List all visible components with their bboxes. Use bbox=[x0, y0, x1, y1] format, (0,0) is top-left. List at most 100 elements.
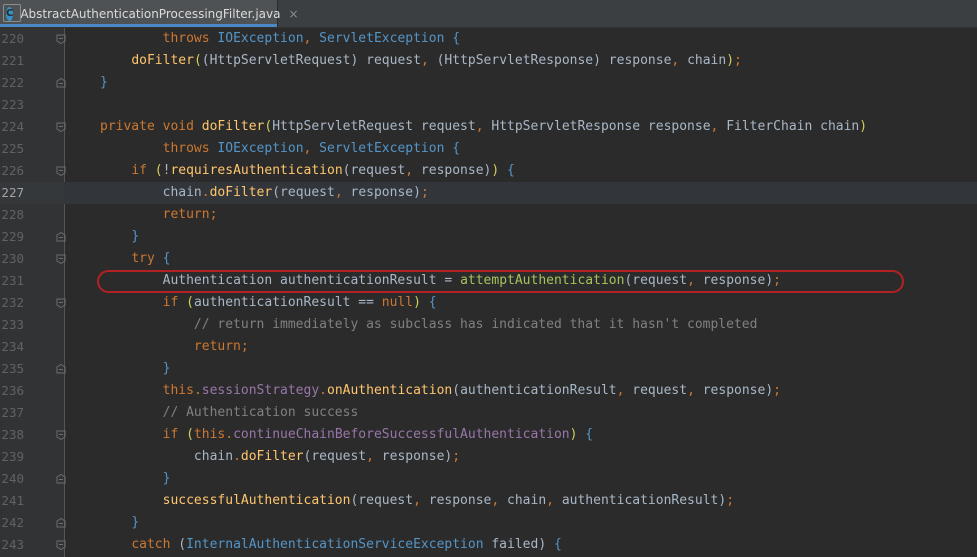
code-text[interactable]: if (authenticationResult == null) { bbox=[100, 292, 437, 314]
code-text[interactable]: try { bbox=[100, 248, 170, 270]
line-number[interactable]: 225 bbox=[0, 138, 24, 160]
code-line[interactable]: 243 catch (InternalAuthenticationService… bbox=[0, 534, 977, 556]
code-token: chain bbox=[507, 493, 547, 508]
code-line[interactable]: 235 } bbox=[0, 358, 977, 380]
code-text[interactable]: throws IOException, ServletException { bbox=[100, 138, 460, 160]
line-number[interactable]: 243 bbox=[0, 534, 24, 556]
line-number[interactable]: 224 bbox=[0, 116, 24, 138]
code-line[interactable]: 242 } bbox=[0, 512, 977, 534]
code-line[interactable]: 237 // Authentication success bbox=[0, 402, 977, 424]
code-line[interactable]: 239 chain.doFilter(request, response); bbox=[0, 446, 977, 468]
code-text[interactable]: } bbox=[100, 72, 108, 94]
code-line[interactable]: 240 } bbox=[0, 468, 977, 490]
line-number[interactable]: 242 bbox=[0, 512, 24, 534]
fold-marker-icon[interactable] bbox=[56, 430, 66, 440]
fold-marker-icon[interactable] bbox=[56, 518, 66, 528]
code-text[interactable]: } bbox=[100, 468, 171, 490]
code-line[interactable]: 226 if (!requiresAuthentication(request,… bbox=[0, 160, 977, 182]
code-token: ( bbox=[452, 383, 461, 398]
code-text[interactable]: doFilter((HttpServletRequest) request, (… bbox=[100, 50, 742, 72]
code-text[interactable]: } bbox=[100, 226, 139, 248]
code-token: chain bbox=[162, 185, 202, 200]
code-token: request bbox=[280, 185, 335, 200]
code-line[interactable]: 229 } bbox=[0, 226, 977, 248]
code-text[interactable]: chain.doFilter(request, response); bbox=[100, 446, 460, 468]
line-number[interactable]: 235 bbox=[0, 358, 24, 380]
line-number[interactable]: 240 bbox=[0, 468, 24, 490]
code-line[interactable]: 238 if (this.continueChainBeforeSuccessf… bbox=[0, 424, 977, 446]
fold-marker-icon[interactable] bbox=[56, 540, 66, 550]
close-icon[interactable]: × bbox=[288, 7, 298, 21]
code-token: , bbox=[303, 31, 320, 46]
code-line[interactable]: 233 // return immediately as subclass ha… bbox=[0, 314, 977, 336]
code-token: . bbox=[201, 185, 210, 200]
line-number[interactable]: 223 bbox=[0, 94, 24, 116]
code-token: authenticationResult bbox=[460, 383, 617, 398]
line-number[interactable]: 236 bbox=[0, 380, 24, 402]
fold-marker-icon[interactable] bbox=[56, 122, 66, 132]
code-token: ) bbox=[765, 383, 774, 398]
code-text[interactable]: if (!requiresAuthentication(request, res… bbox=[100, 160, 515, 182]
fold-marker-icon[interactable] bbox=[56, 298, 66, 308]
line-number[interactable]: 220 bbox=[0, 28, 24, 50]
fold-marker-icon[interactable] bbox=[56, 34, 66, 44]
line-number[interactable]: 226 bbox=[0, 160, 24, 182]
code-line[interactable]: 225 throws IOException, ServletException… bbox=[0, 138, 977, 160]
code-line[interactable]: 232 if (authenticationResult == null) { bbox=[0, 292, 977, 314]
fold-marker-icon[interactable] bbox=[56, 166, 66, 176]
code-text[interactable]: catch (InternalAuthenticationServiceExce… bbox=[100, 534, 562, 556]
line-number[interactable]: 234 bbox=[0, 336, 24, 358]
code-text[interactable]: return; bbox=[100, 336, 249, 358]
code-token: { bbox=[577, 427, 594, 442]
code-line[interactable]: 234 return; bbox=[0, 336, 977, 358]
editor-tab[interactable]: C AbstractAuthenticationProcessingFilter… bbox=[0, 0, 299, 27]
fold-marker-icon[interactable] bbox=[56, 78, 66, 88]
code-text[interactable]: if (this.continueChainBeforeSuccessfulAu… bbox=[100, 424, 593, 446]
code-line[interactable]: 241 successfulAuthentication(request, re… bbox=[0, 490, 977, 512]
line-number[interactable]: 241 bbox=[0, 490, 24, 512]
code-token: } bbox=[162, 361, 171, 376]
fold-marker-icon[interactable] bbox=[56, 254, 66, 264]
code-text[interactable]: this.sessionStrategy.onAuthentication(au… bbox=[100, 380, 781, 402]
code-line[interactable]: 220 throws IOException, ServletException… bbox=[0, 28, 977, 50]
code-text[interactable]: successfulAuthentication(request, respon… bbox=[100, 490, 734, 512]
code-text[interactable]: // Authentication success bbox=[100, 402, 359, 424]
code-text[interactable]: return; bbox=[100, 204, 218, 226]
code-line[interactable]: 222} bbox=[0, 72, 977, 94]
line-number[interactable]: 228 bbox=[0, 204, 24, 226]
fold-marker-icon[interactable] bbox=[56, 364, 66, 374]
code-line[interactable]: 223 bbox=[0, 94, 977, 116]
line-number[interactable]: 227 bbox=[0, 182, 24, 204]
code-line[interactable]: 230 try { bbox=[0, 248, 977, 270]
code-text[interactable]: // return immediately as subclass has in… bbox=[100, 314, 758, 336]
code-line[interactable]: 228 return; bbox=[0, 204, 977, 226]
line-number[interactable]: 232 bbox=[0, 292, 24, 314]
editor-tab-bar: C AbstractAuthenticationProcessingFilter… bbox=[0, 0, 977, 28]
code-line[interactable]: 221 doFilter((HttpServletRequest) reques… bbox=[0, 50, 977, 72]
line-number[interactable]: 231 bbox=[0, 270, 24, 292]
code-line[interactable]: 227 chain.doFilter(request, response); bbox=[0, 182, 977, 204]
code-line[interactable]: 236 this.sessionStrategy.onAuthenticatio… bbox=[0, 380, 977, 402]
line-number[interactable]: 222 bbox=[0, 72, 24, 94]
line-number[interactable]: 233 bbox=[0, 314, 24, 336]
fold-marker-icon[interactable] bbox=[56, 474, 66, 484]
code-text[interactable]: throws IOException, ServletException { bbox=[100, 28, 460, 50]
code-token: ) bbox=[350, 53, 367, 68]
line-number[interactable]: 239 bbox=[0, 446, 24, 468]
line-number[interactable]: 238 bbox=[0, 424, 24, 446]
code-text[interactable]: } bbox=[100, 358, 171, 380]
code-text[interactable]: private void doFilter(HttpServletRequest… bbox=[100, 116, 867, 138]
code-line[interactable]: 224 private void doFilter(HttpServletRequ… bbox=[0, 116, 977, 138]
code-token: , bbox=[491, 493, 508, 508]
fold-marker-icon[interactable] bbox=[56, 232, 66, 242]
code-editor[interactable]: 220 throws IOException, ServletException… bbox=[0, 28, 977, 557]
line-number[interactable]: 221 bbox=[0, 50, 24, 72]
line-number[interactable]: 229 bbox=[0, 226, 24, 248]
code-text[interactable]: } bbox=[100, 512, 139, 534]
code-text[interactable]: chain.doFilter(request, response); bbox=[100, 182, 429, 204]
line-number[interactable]: 230 bbox=[0, 248, 24, 270]
line-number[interactable]: 237 bbox=[0, 402, 24, 424]
